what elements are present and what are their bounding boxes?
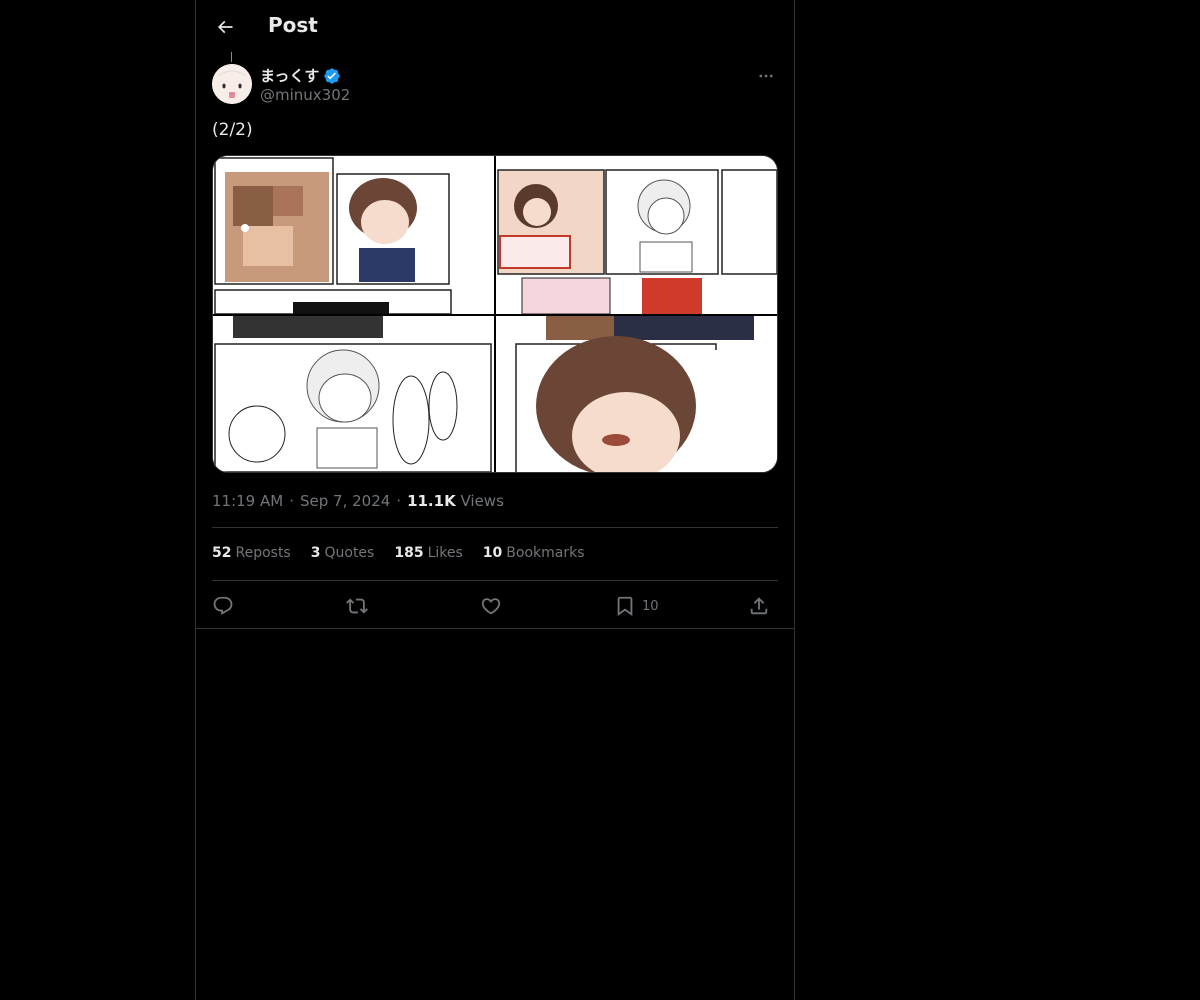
media-image-3[interactable] bbox=[213, 316, 494, 472]
post-bottom-border bbox=[196, 628, 794, 629]
avatar[interactable] bbox=[212, 64, 252, 104]
media-gutter-horizontal bbox=[213, 314, 777, 316]
stat-likes[interactable]: 185 Likes bbox=[394, 545, 462, 561]
post-time[interactable]: 11:19 AM bbox=[212, 492, 283, 510]
author-row: まっくす @minux302 bbox=[212, 52, 778, 108]
avatar-antenna bbox=[231, 52, 232, 62]
views-label: Views bbox=[460, 492, 504, 510]
more-icon bbox=[759, 74, 773, 78]
reply-button[interactable] bbox=[212, 592, 234, 620]
media-image-4[interactable] bbox=[496, 316, 777, 472]
bookmark-count: 10 bbox=[642, 598, 659, 614]
display-name[interactable]: まっくす bbox=[260, 65, 319, 86]
divider bbox=[212, 527, 778, 528]
post-meta: 11:19 AM · Sep 7, 2024 · 11.1K Views bbox=[212, 492, 504, 510]
display-name-row: まっくす bbox=[260, 65, 341, 86]
back-button[interactable] bbox=[208, 10, 242, 44]
media-image-1[interactable] bbox=[213, 156, 494, 314]
meta-separator: · bbox=[289, 492, 294, 510]
post-header: Post bbox=[196, 0, 794, 53]
like-icon bbox=[481, 598, 501, 615]
stat-reposts[interactable]: 52 Reposts bbox=[212, 545, 291, 561]
primary-column: Post まっくす @minux302 (2/2) 11:19 AM · Sep… bbox=[195, 0, 795, 1000]
meta-separator: · bbox=[396, 492, 402, 510]
action-bar: 10 bbox=[212, 592, 778, 620]
share-icon bbox=[750, 597, 768, 615]
tweet-text: (2/2) bbox=[212, 120, 253, 140]
bookmark-button[interactable]: 10 bbox=[614, 592, 659, 620]
avatar-face-icon bbox=[212, 64, 252, 104]
author-handle[interactable]: @minux302 bbox=[260, 86, 350, 104]
repost-button[interactable] bbox=[346, 592, 368, 620]
back-arrow-icon bbox=[217, 20, 233, 34]
engagement-stats: 52 Reposts 3 Quotes 185 Likes 10 Bookmarks bbox=[212, 545, 585, 561]
share-button[interactable] bbox=[748, 592, 770, 620]
stat-quotes[interactable]: 3 Quotes bbox=[311, 545, 375, 561]
more-button[interactable] bbox=[754, 66, 778, 86]
post-date[interactable]: Sep 7, 2024 bbox=[300, 492, 390, 510]
reply-icon bbox=[213, 596, 233, 615]
repost-icon bbox=[346, 598, 368, 614]
media-grid[interactable] bbox=[212, 155, 778, 473]
bookmark-icon bbox=[617, 596, 633, 617]
media-image-2[interactable] bbox=[496, 156, 777, 314]
like-button[interactable] bbox=[480, 592, 502, 620]
divider bbox=[212, 580, 778, 581]
stat-bookmarks[interactable]: 10 Bookmarks bbox=[483, 545, 585, 561]
views-count: 11.1K bbox=[407, 492, 456, 510]
page-title: Post bbox=[268, 13, 318, 37]
verified-badge-icon bbox=[324, 67, 341, 84]
